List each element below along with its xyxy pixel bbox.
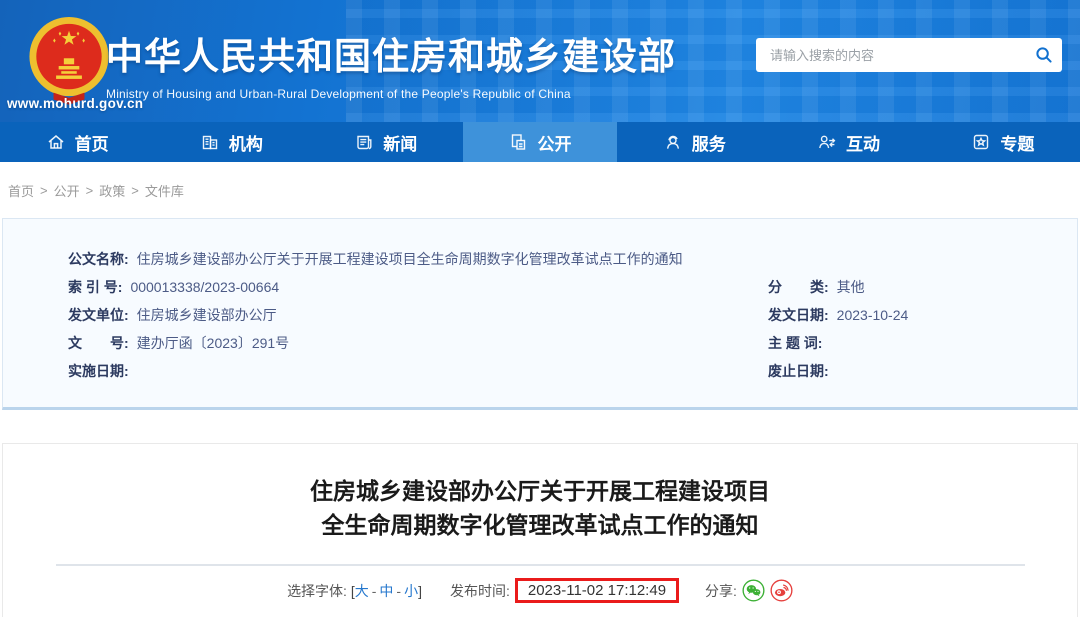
- site-subtitle: Ministry of Housing and Urban-Rural Deve…: [106, 87, 571, 101]
- doc-info-left-column: 索 引 号: 000013338/2023-00664 发文单位: 住房城乡建设…: [68, 273, 768, 385]
- nav-item-topics[interactable]: 专题: [926, 122, 1080, 162]
- field-abolition-date: 废止日期:: [768, 363, 829, 379]
- breadcrumb-separator: >: [85, 182, 94, 198]
- field-implementation-date: 实施日期:: [68, 363, 129, 379]
- title-divider: [56, 564, 1025, 566]
- field-subject-words: 主 题 词:: [768, 335, 823, 351]
- breadcrumb: 首页 > 公开 > 政策 > 文件库: [0, 162, 1080, 218]
- national-emblem-icon: [29, 17, 109, 105]
- doc-info-right-column: 分 类: 其他 发文日期: 2023-10-24 主 题 词: 废止日期:: [768, 273, 1077, 385]
- article-panel: 住房城乡建设部办公厅关于开展工程建设项目 全生命周期数字化管理改革试点工作的通知…: [2, 443, 1078, 617]
- publish-time-group: 发布时间: 2023-11-02 17:12:49: [449, 578, 680, 603]
- nav-item-label: 互动: [846, 134, 881, 154]
- topics-icon: [974, 134, 989, 150]
- article-title-line1: 住房城乡建设部办公厅关于开展工程建设项目: [310, 478, 770, 504]
- nav-item-label: 首页: [74, 134, 109, 154]
- nav-item-home[interactable]: 首页: [0, 122, 154, 162]
- font-size-large[interactable]: 大: [355, 583, 369, 599]
- service-icon: [666, 135, 679, 149]
- share-group: 分享:: [705, 579, 793, 602]
- font-separator: -: [371, 582, 377, 599]
- interaction-icon: [819, 135, 836, 149]
- field-index-number: 索 引 号: 000013338/2023-00664: [68, 279, 280, 295]
- home-icon: [48, 135, 64, 149]
- nav-item-service[interactable]: 服务: [617, 122, 771, 162]
- news-icon: [357, 135, 372, 150]
- field-issuing-unit: 发文单位: 住房城乡建设部办公厅: [68, 307, 277, 323]
- font-size-label: 选择字体:: [287, 582, 347, 599]
- nav-item-organization[interactable]: 机构: [154, 122, 308, 162]
- weibo-icon[interactable]: [770, 579, 793, 602]
- site-title-block: 中华人民共和国住房和城乡建设部 Ministry of Housing and …: [106, 26, 676, 101]
- disclosure-icon: [512, 134, 526, 150]
- organization-icon: [202, 135, 218, 150]
- nav-item-news[interactable]: 新闻: [309, 122, 463, 162]
- site-title: 中华人民共和国住房和城乡建设部: [106, 36, 676, 77]
- nav-item-label: 机构: [228, 134, 263, 154]
- breadcrumb-item-home[interactable]: 首页: [8, 181, 34, 200]
- font-separator: -: [396, 582, 402, 599]
- main-nav: 首页 机构 新闻 公开 服务 互动 专题: [0, 122, 1080, 162]
- share-label: 分享:: [705, 582, 737, 599]
- nav-item-label: 服务: [691, 134, 726, 154]
- article-title: 住房城乡建设部办公厅关于开展工程建设项目 全生命周期数字化管理改革试点工作的通知: [3, 474, 1077, 542]
- font-size-selector: [大 - 中 - 小]: [347, 581, 422, 601]
- font-size-medium[interactable]: 中: [379, 583, 393, 599]
- field-doc-number: 文 号: 建办厅函〔2023〕291号: [68, 335, 290, 351]
- breadcrumb-separator: >: [131, 182, 139, 198]
- nav-item-label: 公开: [537, 134, 572, 154]
- field-doc-name-label: 公文名称:: [68, 251, 129, 267]
- breadcrumb-separator: >: [40, 182, 48, 198]
- nav-item-disclosure[interactable]: 公开: [462, 122, 618, 162]
- field-category: 分 类: 其他: [768, 279, 865, 295]
- field-doc-name: 公文名称: 住房城乡建设部办公厅关于开展工程建设项目全生命周期数字化管理改革试点…: [68, 245, 1077, 273]
- article-meta-row: 选择字体: [大 - 中 - 小] 发布时间: 2023-11-02 17:12:49 …: [3, 578, 1077, 603]
- search-box: [756, 38, 1062, 72]
- nav-item-label: 专题: [1000, 134, 1035, 154]
- breadcrumb-item-disclosure[interactable]: 公开: [54, 181, 80, 200]
- nav-item-interaction[interactable]: 互动: [771, 122, 925, 162]
- site-header: www.mohurd.gov.cn 中华人民共和国住房和城乡建设部 Minist…: [0, 0, 1080, 122]
- nav-item-label: 新闻: [383, 134, 418, 154]
- font-size-small[interactable]: 小: [404, 583, 418, 599]
- search-input[interactable]: [756, 47, 1026, 63]
- breadcrumb-item-library[interactable]: 文件库: [145, 181, 184, 200]
- breadcrumb-item-policy[interactable]: 政策: [99, 181, 125, 200]
- article-title-line2: 全生命周期数字化管理改革试点工作的通知: [321, 512, 759, 538]
- publish-time-label: 发布时间:: [449, 582, 510, 599]
- field-issue-date: 发文日期: 2023-10-24: [768, 307, 909, 323]
- search-icon[interactable]: [1026, 38, 1062, 72]
- font-bracket-close: ]: [418, 582, 422, 599]
- wechat-icon[interactable]: [742, 579, 765, 602]
- field-doc-name-value: 住房城乡建设部办公厅关于开展工程建设项目全生命周期数字化管理改革试点工作的通知: [136, 251, 683, 267]
- document-info-box: 公文名称: 住房城乡建设部办公厅关于开展工程建设项目全生命周期数字化管理改革试点…: [2, 218, 1078, 410]
- publish-time-highlight: 2023-11-02 17:12:49: [514, 578, 680, 603]
